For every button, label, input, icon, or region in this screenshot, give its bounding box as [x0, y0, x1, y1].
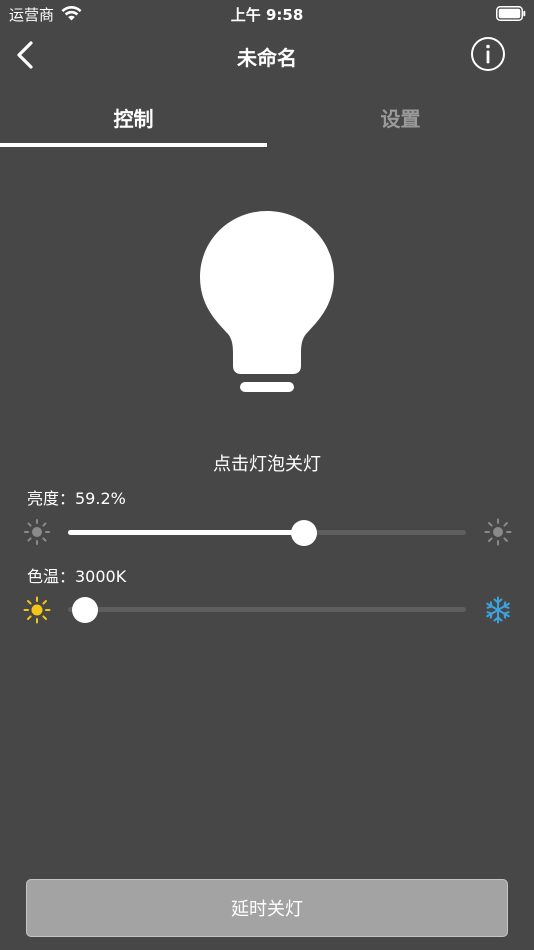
- color-temp-slider[interactable]: [68, 597, 466, 623]
- page-title: 未命名: [237, 46, 297, 70]
- brightness-slider-fill: [68, 530, 304, 535]
- sun-dim-icon: [24, 519, 50, 545]
- nav-bar: 未命名: [0, 28, 534, 86]
- tab-indicator: [0, 143, 267, 147]
- status-bar: 运营商 上午 9:58: [0, 0, 534, 28]
- sun-icon: [23, 596, 51, 624]
- sun-bright-icon: [484, 518, 512, 546]
- battery-icon: [496, 6, 526, 21]
- delay-off-button[interactable]: 延时关灯: [26, 879, 508, 937]
- chevron-left-icon[interactable]: [12, 38, 40, 72]
- info-circle-icon[interactable]: [470, 36, 506, 72]
- light-bulb-icon[interactable]: [197, 208, 337, 396]
- snowflake-icon: [486, 596, 510, 624]
- brightness-slider[interactable]: [68, 520, 466, 546]
- brightness-label: 亮度：59.2%: [27, 489, 126, 508]
- color-temp-label: 色温：3000K: [27, 567, 127, 586]
- brightness-slider-thumb[interactable]: [290, 520, 317, 546]
- color-temp-slider-thumb[interactable]: [71, 597, 98, 623]
- bulb-hint: 点击灯泡关灯: [213, 454, 321, 475]
- status-time: 上午 9:58: [230, 6, 304, 24]
- tab-bar: 控制 设置: [0, 86, 534, 148]
- tab-control[interactable]: 控制: [0, 86, 267, 148]
- tab-settings[interactable]: 设置: [267, 86, 534, 148]
